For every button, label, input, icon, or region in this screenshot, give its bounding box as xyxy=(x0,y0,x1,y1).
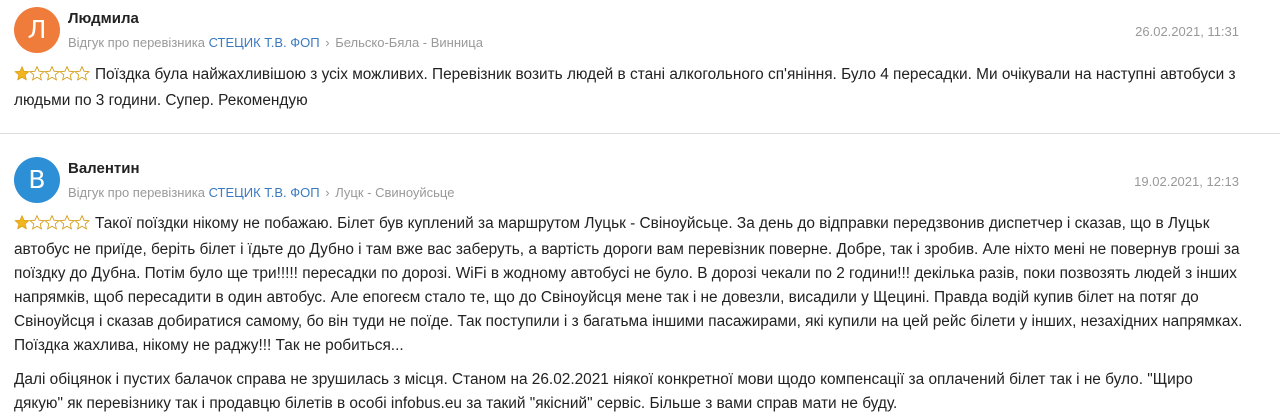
chevron-right-icon: › xyxy=(325,35,330,50)
star-empty-icon xyxy=(44,66,60,81)
meta-prefix: Відгук про перевізника xyxy=(68,35,205,50)
author-name: Валентин xyxy=(68,160,140,177)
star-rating xyxy=(14,65,90,89)
avatar: Л xyxy=(14,7,60,53)
route: Луцк - Свиноуйсьце xyxy=(335,185,455,200)
route: Бельско-Бяла - Винница xyxy=(335,35,483,50)
star-empty-icon xyxy=(44,215,60,230)
review-meta: Відгук про перевізника СТЕЦИК Т.В. ФОП ›… xyxy=(68,185,454,200)
star-empty-icon xyxy=(74,66,90,81)
review-card: Л Людмила Відгук про перевізника СТЕЦИК … xyxy=(0,0,1280,132)
review-text: Такої поїздки нікому не побажаю. Білет б… xyxy=(14,212,1244,416)
star-filled-icon xyxy=(14,215,30,230)
star-rating xyxy=(14,214,90,238)
star-empty-icon xyxy=(29,215,45,230)
review-meta: Відгук про перевізника СТЕЦИК Т.В. ФОП ›… xyxy=(68,35,483,50)
star-filled-icon xyxy=(14,66,30,81)
carrier-link[interactable]: СТЕЦИК Т.В. ФОП xyxy=(209,185,320,200)
avatar: В xyxy=(14,157,60,203)
review-paragraph: Такої поїздки нікому не побажаю. Білет б… xyxy=(14,215,1243,354)
review-paragraph: Далі обіцянок і пустих балачок справа не… xyxy=(14,371,1193,412)
review-text: Поїздка була найжахливішою з усіх можлив… xyxy=(14,63,1244,113)
meta-prefix: Відгук про перевізника xyxy=(68,185,205,200)
review-date: 19.02.2021, 12:13 xyxy=(1134,174,1239,189)
review-date: 26.02.2021, 11:31 xyxy=(1135,24,1239,39)
review-card: В Валентин Відгук про перевізника СТЕЦИК… xyxy=(0,150,1280,418)
chevron-right-icon: › xyxy=(325,185,330,200)
review-paragraph: Поїздка була найжахливішою з усіх можлив… xyxy=(14,66,1236,109)
star-empty-icon xyxy=(29,66,45,81)
star-empty-icon xyxy=(59,66,75,81)
divider xyxy=(0,133,1280,134)
carrier-link[interactable]: СТЕЦИК Т.В. ФОП xyxy=(209,35,320,50)
author-name: Людмила xyxy=(68,10,139,27)
star-empty-icon xyxy=(59,215,75,230)
star-empty-icon xyxy=(74,215,90,230)
